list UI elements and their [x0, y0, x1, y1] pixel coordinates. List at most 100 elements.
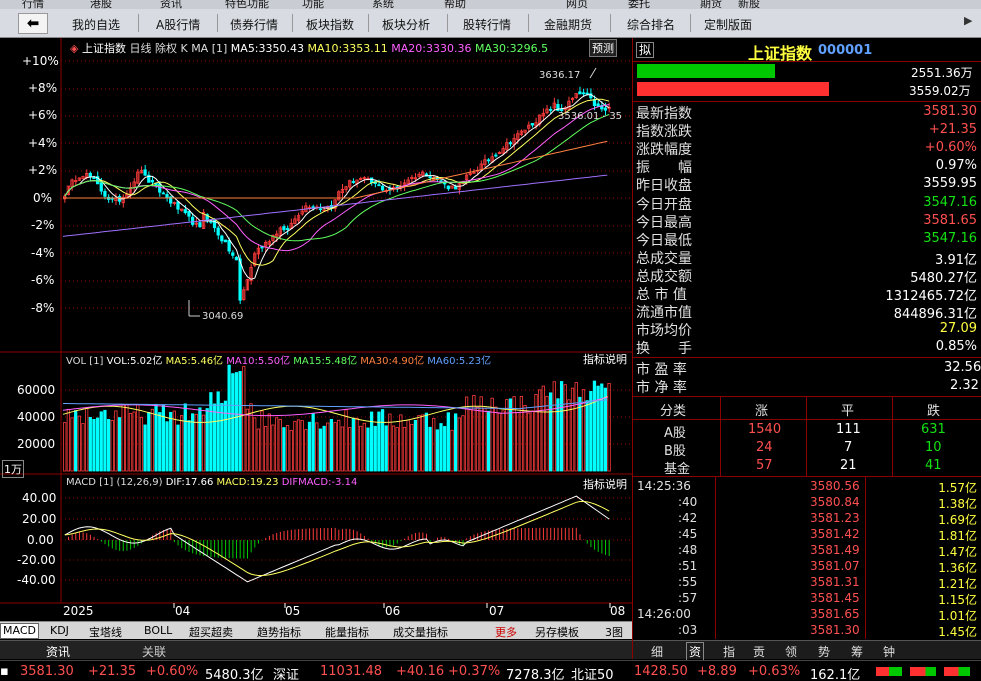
- y-tick: -8%: [31, 301, 55, 315]
- kline-candle-down: [285, 228, 290, 231]
- menu-item-system[interactable]: 系统: [372, 0, 394, 9]
- tab-macd[interactable]: MACD: [0, 623, 39, 639]
- menu-item-trade[interactable]: 委托: [628, 0, 650, 9]
- vol-title[interactable]: VOL: [66, 356, 86, 367]
- buy-volume-value: 2551.36万: [911, 66, 973, 80]
- nav-divider: [368, 14, 369, 32]
- divider: [715, 477, 716, 639]
- nav-scroll-right-button[interactable]: ▶: [964, 14, 972, 27]
- menu-item-help[interactable]: 帮助: [444, 0, 466, 9]
- tick-time: :45: [678, 527, 698, 541]
- kline-type-select[interactable]: K: [180, 42, 187, 55]
- tab-save-template[interactable]: 另存模板: [535, 624, 579, 640]
- menu-item-news[interactable]: 资讯: [160, 0, 182, 9]
- rtab-clock[interactable]: 钟: [883, 643, 895, 660]
- y-tick: +6%: [28, 108, 58, 122]
- back-button[interactable]: ⬅: [18, 13, 48, 34]
- macd-help-link[interactable]: 指标说明: [583, 476, 627, 492]
- kline-candle-down: [318, 208, 323, 211]
- index-code: 000001: [818, 43, 873, 58]
- nav-a-shares[interactable]: A股行情: [156, 16, 200, 33]
- macd-y-tick: -40.00: [17, 573, 56, 587]
- nav-sector-analysis[interactable]: 板块分析: [382, 16, 430, 33]
- kline-ma-select[interactable]: MA: [191, 42, 208, 55]
- x-tick-08: 08: [610, 604, 626, 618]
- nav-fin-futures[interactable]: 金融期货: [544, 16, 592, 33]
- nav-my-watchlist[interactable]: 我的自选: [72, 16, 120, 33]
- bz-name[interactable]: 北证50: [571, 664, 614, 681]
- volume-bar-down: [103, 409, 107, 472]
- menu-item-hk[interactable]: 港股: [90, 0, 112, 9]
- chart-area[interactable]: [0, 38, 633, 621]
- tick-price: 3580.56: [810, 479, 860, 493]
- nav-ranking[interactable]: 综合排名: [627, 16, 675, 33]
- volume-bar-down: [209, 392, 213, 472]
- kline-candle-down: [216, 227, 220, 236]
- menu-item-features[interactable]: 特色功能: [225, 0, 269, 9]
- tab-more[interactable]: 更多: [495, 624, 517, 640]
- index-stat-value: 3581.30: [923, 104, 977, 119]
- rtab-chips[interactable]: 筹: [851, 643, 863, 660]
- volume-bar-down: [238, 371, 242, 472]
- macd-title[interactable]: MACD: [66, 477, 96, 488]
- breadth-cell: A股: [664, 426, 686, 441]
- tab-overbought[interactable]: 超买超卖: [189, 624, 233, 640]
- menu-item-functions[interactable]: 功能: [302, 0, 324, 9]
- menu-item-web[interactable]: 网页: [566, 0, 588, 9]
- market-nav-bar: ⬅ 我的自选 A股行情 债券行情 板块指数 板块分析 股转行情 金融期货 综合排…: [0, 9, 981, 38]
- kline-candle-down: [234, 256, 239, 261]
- macd-dif: DIF:17.66: [165, 477, 214, 488]
- kline-candle-down: [220, 235, 224, 242]
- tab-pagoda[interactable]: 宝塔线: [89, 624, 122, 640]
- tab-kdj[interactable]: KDJ: [50, 624, 69, 637]
- menu-item-futures[interactable]: 期货: [700, 0, 722, 9]
- rtab-index[interactable]: 指: [723, 643, 735, 660]
- kline-candle-down: [311, 206, 315, 209]
- macd-difmacd: DIFMACD:-3.14: [281, 477, 358, 488]
- kline-candle-down: [428, 176, 432, 179]
- volume-bar-down: [329, 418, 334, 472]
- rtab-detail[interactable]: 细: [651, 643, 663, 660]
- index-stat-value: 3581.65: [923, 212, 977, 228]
- tab-energy[interactable]: 能量指标: [325, 624, 369, 640]
- tab-boll[interactable]: BOLL: [144, 624, 172, 637]
- menu-item-ipo[interactable]: 新股: [738, 0, 760, 9]
- x-tick-04: 04: [175, 604, 191, 618]
- tab-related[interactable]: 关联: [142, 643, 166, 660]
- volume-bar-down: [165, 421, 169, 472]
- rtab-trend[interactable]: 势: [818, 643, 830, 660]
- volume-bar-down: [95, 417, 100, 472]
- nav-divider: [447, 14, 448, 32]
- bz-pct: +0.63%: [748, 664, 801, 679]
- index-stat-label: 今日开盘: [636, 196, 692, 213]
- volume-bar-down: [556, 398, 560, 472]
- tab-trend[interactable]: 趋势指标: [257, 624, 301, 640]
- tab-news[interactable]: 资讯: [46, 643, 70, 660]
- nav-sector-index[interactable]: 板块指数: [306, 16, 354, 33]
- index-stat-label: 总 市 值: [636, 287, 687, 303]
- tab-three-charts[interactable]: 3图: [605, 624, 623, 640]
- volume-bar-down: [351, 417, 355, 472]
- right-panel-tabs: 细 资 指 贡 领 势 筹 钟: [633, 640, 981, 661]
- macd-value: MACD:19.23: [216, 477, 279, 488]
- kline-adjust-select[interactable]: 除权: [155, 42, 177, 55]
- nav-bonds[interactable]: 债券行情: [230, 16, 278, 33]
- index-icon[interactable]: 拟: [636, 42, 655, 58]
- sz-name[interactable]: 深证: [273, 664, 299, 681]
- rtab-info[interactable]: 资: [686, 642, 705, 661]
- pe-label: 市 盈 率: [636, 362, 687, 378]
- rtab-contrib[interactable]: 贡: [753, 643, 765, 660]
- breadth-cell: 631: [921, 422, 946, 437]
- nav-transfer[interactable]: 股转行情: [463, 16, 511, 33]
- nav-custom-layout[interactable]: 定制版面: [704, 16, 752, 33]
- macd-bracket: [1]: [99, 477, 114, 488]
- volume-bar-down: [183, 403, 187, 472]
- menu-item-quotes[interactable]: 行情: [22, 0, 44, 9]
- index-stat-label: 换 手: [636, 341, 692, 358]
- predict-button[interactable]: 预测: [589, 39, 617, 57]
- rtab-leader[interactable]: 领: [785, 643, 797, 660]
- tab-volume-ind[interactable]: 成交量指标: [393, 624, 448, 640]
- volume-bar-down: [220, 402, 224, 472]
- vol-help-link[interactable]: 指标说明: [583, 351, 627, 367]
- kline-period-select[interactable]: 日线: [129, 42, 151, 55]
